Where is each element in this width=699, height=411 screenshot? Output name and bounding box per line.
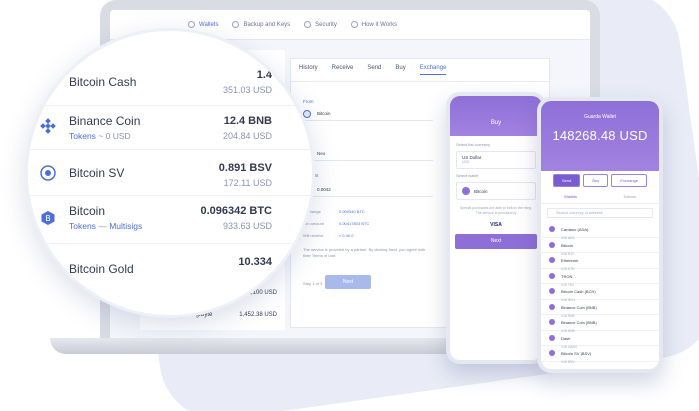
wallet-select[interactable]: Bitcoin [456, 182, 536, 200]
tab-wallets[interactable]: Wallets [564, 194, 577, 199]
nav-how-it-works[interactable]: How it Works [350, 21, 397, 28]
bitcoin-sv-icon [40, 165, 56, 181]
cardano-icon [549, 226, 555, 233]
list-item[interactable]: Bitcoin 0.00 BTC [541, 238, 659, 256]
dash-icon [549, 334, 555, 341]
exchange-button[interactable]: Exchange [611, 174, 648, 187]
wallet-header: Guarda Wallet 148268.48 USD [541, 101, 659, 171]
wallet-tabs: Wallets Tokens [541, 190, 659, 204]
tag-tokens[interactable]: Tokens [69, 131, 96, 141]
tab-send[interactable]: Send [367, 65, 381, 75]
nav-wallets[interactable]: Wallets [188, 21, 218, 28]
list-item[interactable]: Bitcoin SV 0.891 BSV 172.11 USD [28, 150, 312, 196]
tab-buy[interactable]: Buy [395, 65, 405, 75]
bitcoin-icon [549, 241, 555, 248]
search-input[interactable]: Search currency or address [547, 208, 653, 218]
fiat-select[interactable]: US Dollar USD [456, 151, 536, 169]
list-item[interactable]: Cardano (ADA) 0.00 ADA [541, 222, 659, 240]
visa-icon: VISA [490, 222, 502, 228]
action-buttons: Send Buy Exchange [541, 171, 659, 190]
list-item[interactable]: Bitcoin Gold 10.334 [28, 244, 312, 315]
binance-icon [549, 303, 555, 310]
key-icon [232, 21, 240, 28]
shield-icon [304, 21, 312, 28]
nav-security[interactable]: Security [304, 21, 337, 28]
purchase-note: Special purchases are able to bellow the… [459, 206, 533, 215]
exchange-tabs: History Receive Send Buy Exchange [291, 59, 549, 82]
bitcoin-cash-icon [40, 76, 56, 92]
list-item[interactable]: Binance Coin (BNB) 0.00 BNB [541, 300, 659, 318]
nav-backup[interactable]: Backup and Keys [232, 21, 290, 28]
bitcoin-sv-icon [549, 350, 555, 357]
tab-receive[interactable]: Receive [332, 65, 354, 75]
binance-icon [549, 319, 555, 326]
to-select[interactable]: Neo [303, 147, 433, 161]
list-item[interactable]: Binance Coin (BNB) 0.00 BNB [541, 315, 659, 333]
tron-icon [549, 272, 555, 279]
list-item[interactable]: Bitcoin Cash (BCH) 0.00 BCH [541, 284, 659, 302]
bitcoin-icon [462, 187, 470, 195]
list-item[interactable]: Dash 0.00 DASH [541, 331, 659, 349]
fiat-label: Select fiat currency [456, 142, 491, 147]
magnified-wallet-list: Bitcoin Cash 1.4 351.03 USD Binance Coin… [25, 28, 315, 318]
amount-input[interactable]: 0.0042 [303, 183, 433, 197]
list-item[interactable]: Binance Coin Tokens ~ 0 USD 12.4 BNB 204… [28, 106, 312, 150]
list-item[interactable]: Ethereum 0.00 ETH [541, 253, 659, 271]
list-item[interactable]: Bitcoin SV (BSV) 0.00 BSV [541, 346, 659, 364]
terms-text: The service is provided by a partner. By… [303, 247, 426, 258]
bitcoin-gold-icon [40, 260, 56, 276]
list-item[interactable]: B Bitcoin Tokens — Multisigs 0.096342 BT… [28, 196, 312, 244]
total-balance: 148268.48 USD [552, 128, 648, 143]
list-item[interactable]: Bitcoin Cash 1.4 351.03 USD [28, 31, 312, 106]
next-button[interactable]: Next [325, 275, 371, 289]
phone-buy: Buy Select fiat currency US Dollar USD S… [446, 92, 546, 364]
tag-tokens[interactable]: Tokens [69, 221, 96, 231]
wallet-icon [188, 21, 195, 28]
binance-icon [40, 118, 56, 134]
tab-exchange[interactable]: Exchange [419, 65, 447, 75]
app-title: Guarda Wallet [584, 114, 616, 120]
buy-button[interactable]: Buy [583, 174, 609, 187]
wallet-label: Select wallet [456, 173, 479, 178]
svg-text:B: B [45, 214, 51, 223]
send-button[interactable]: Send [552, 174, 581, 187]
tab-tokens[interactable]: Tokens [623, 194, 636, 199]
bitcoin-cash-icon [549, 288, 555, 295]
list-item[interactable]: TRON 0.00 TRX [541, 269, 659, 287]
tag-multisigs[interactable]: Multisigs [109, 221, 142, 231]
buy-next-button[interactable]: Next [455, 234, 537, 249]
phone-wallet: Guarda Wallet 148268.48 USD Send Buy Exc… [537, 97, 663, 373]
buy-header: Buy [450, 96, 542, 136]
page-title: Buy [490, 120, 502, 126]
info-icon [350, 21, 358, 28]
bitcoin-icon: B [40, 210, 56, 226]
ethereum-icon [549, 257, 555, 264]
from-select[interactable]: Bitcoin [303, 107, 433, 121]
